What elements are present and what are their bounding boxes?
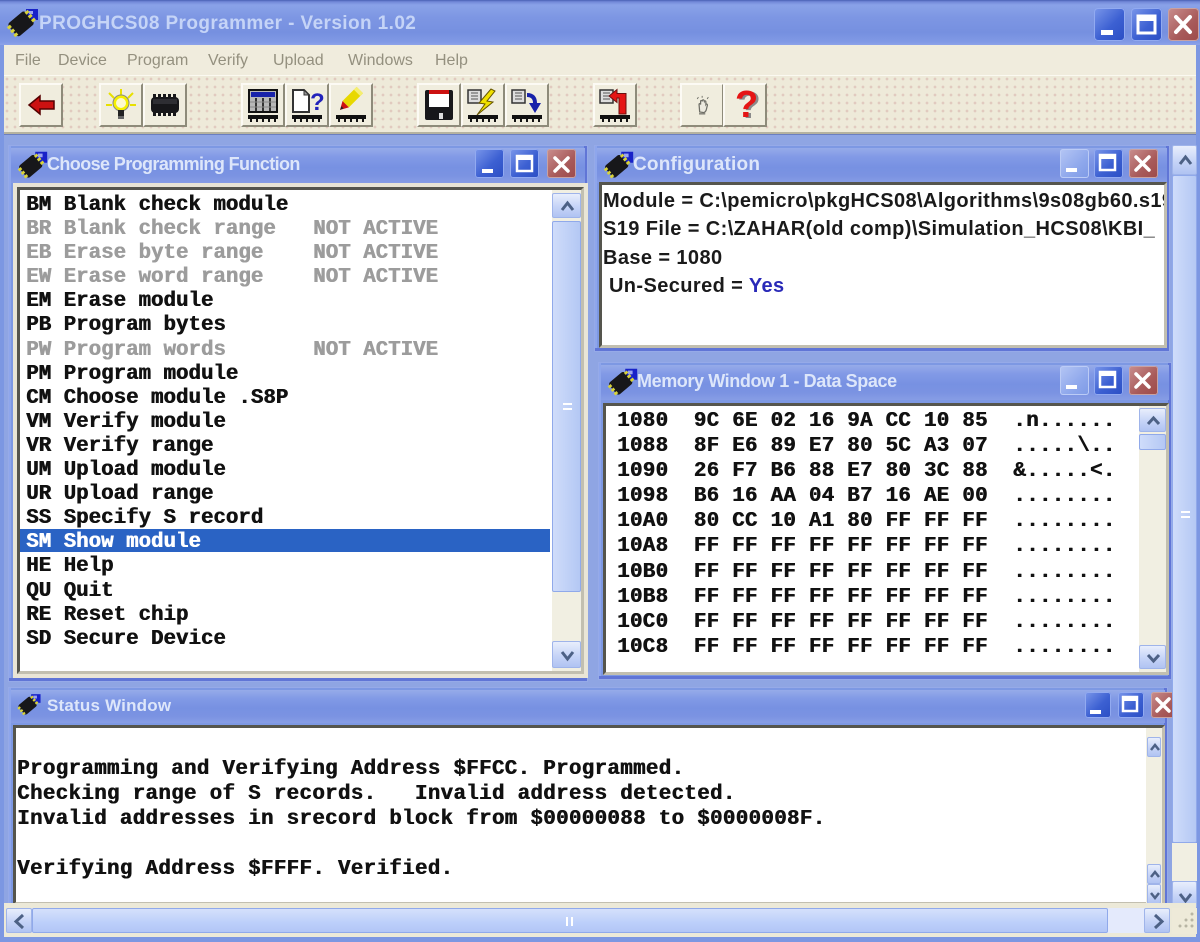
- svg-text:?: ?: [310, 89, 325, 116]
- svg-text:?: ?: [735, 85, 758, 125]
